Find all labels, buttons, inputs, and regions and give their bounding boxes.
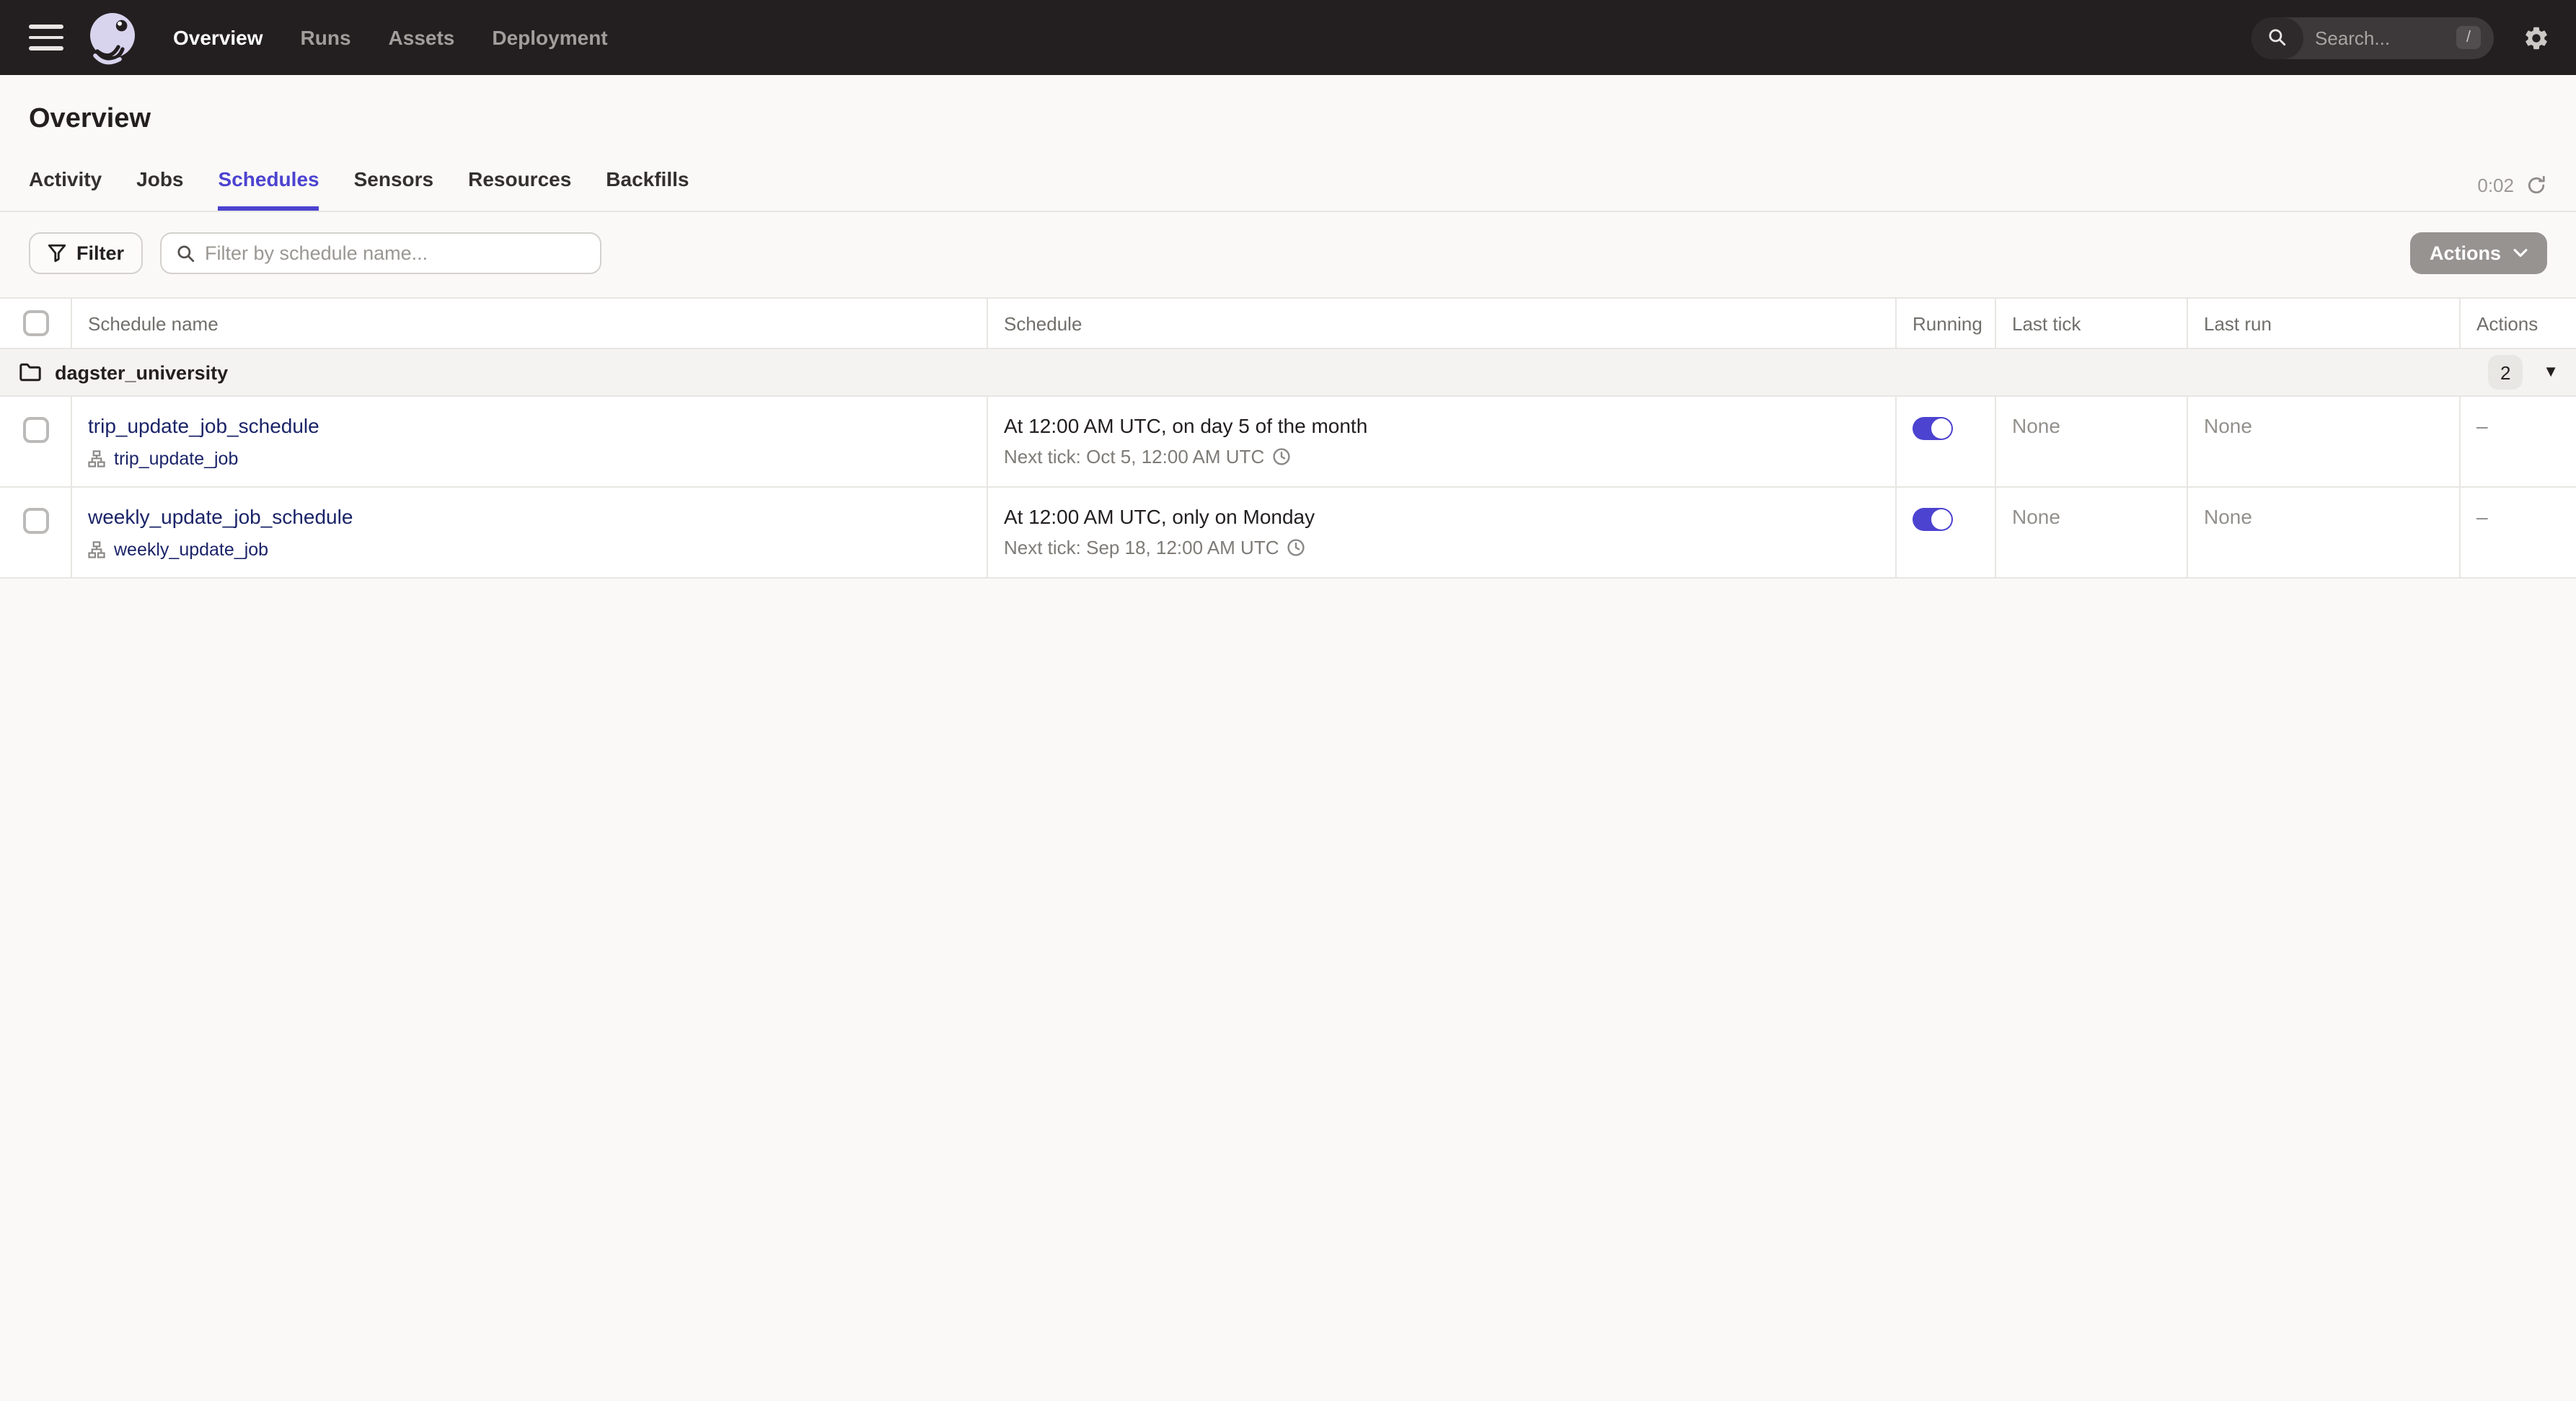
collapse-caret-icon[interactable]: ▼ xyxy=(2543,364,2559,380)
column-header-schedule: Schedule xyxy=(988,299,1897,348)
schedule-name-link[interactable]: trip_update_job_schedule xyxy=(88,414,319,437)
next-tick-text: Next tick: Oct 5, 12:00 AM UTC xyxy=(1004,446,1265,467)
job-graph-icon xyxy=(88,541,105,558)
last-tick-value: None xyxy=(2012,414,2060,437)
repo-group-row[interactable]: dagster_university 2 ▼ xyxy=(0,349,2576,397)
toolbar: Filter Actions xyxy=(0,212,2576,274)
column-header-last-run: Last run xyxy=(2188,299,2461,348)
nav-item-runs[interactable]: Runs xyxy=(301,26,351,49)
hamburger-menu-icon[interactable] xyxy=(29,25,63,50)
column-header-last-tick: Last tick xyxy=(1996,299,2188,348)
search-icon xyxy=(2251,17,2303,58)
column-header-running: Running xyxy=(1897,299,1996,348)
top-nav: Overview Runs Assets Deployment / xyxy=(0,0,2576,75)
running-toggle[interactable] xyxy=(1913,417,1953,440)
dagster-logo-icon[interactable] xyxy=(84,9,141,66)
actions-button-label: Actions xyxy=(2429,242,2501,264)
tab-schedules[interactable]: Schedules xyxy=(218,156,319,211)
refresh-icon[interactable] xyxy=(2526,175,2547,196)
tab-backfills[interactable]: Backfills xyxy=(606,156,689,211)
column-header-schedule-name: Schedule name xyxy=(72,299,988,348)
next-tick-text: Next tick: Sep 18, 12:00 AM UTC xyxy=(1004,537,1279,558)
filter-button[interactable]: Filter xyxy=(29,232,144,274)
tab-activity[interactable]: Activity xyxy=(29,156,102,211)
chevron-down-icon xyxy=(2513,248,2528,258)
cron-description: At 12:00 AM UTC, only on Monday xyxy=(1004,505,1315,528)
last-run-value: None xyxy=(2204,505,2252,528)
filter-funnel-icon xyxy=(48,244,66,263)
actions-button[interactable]: Actions xyxy=(2410,232,2547,274)
row-checkbox[interactable] xyxy=(22,417,48,443)
table-header-row: Schedule name Schedule Running Last tick… xyxy=(0,299,2576,349)
schedule-name-link[interactable]: weekly_update_job_schedule xyxy=(88,505,353,528)
group-count-badge: 2 xyxy=(2488,355,2523,390)
folder-icon xyxy=(19,362,42,382)
tabs-row: Activity Jobs Schedules Sensors Resource… xyxy=(0,156,2576,212)
column-header-actions: Actions xyxy=(2476,312,2538,334)
search-shortcut-badge: / xyxy=(2456,26,2481,49)
global-search[interactable]: / xyxy=(2251,17,2494,58)
nav-right: / xyxy=(2251,17,2550,58)
schedule-filter-input[interactable] xyxy=(205,242,586,264)
dagster-app: Overview Runs Assets Deployment / Overvi… xyxy=(0,0,2576,1401)
cron-description: At 12:00 AM UTC, on day 5 of the month xyxy=(1004,414,1368,437)
job-graph-icon xyxy=(88,450,105,467)
row-checkbox[interactable] xyxy=(22,508,48,534)
clock-icon[interactable] xyxy=(1287,538,1305,557)
nav-item-deployment[interactable]: Deployment xyxy=(492,26,607,49)
schedules-table: Schedule name Schedule Running Last tick… xyxy=(0,297,2576,579)
nav-item-assets[interactable]: Assets xyxy=(389,26,455,49)
nav-item-overview[interactable]: Overview xyxy=(173,26,263,49)
tab-resources[interactable]: Resources xyxy=(468,156,571,211)
filter-button-label: Filter xyxy=(76,242,125,264)
schedule-filter-field[interactable] xyxy=(160,232,602,274)
select-all-checkbox[interactable] xyxy=(22,310,48,336)
clock-icon[interactable] xyxy=(1271,447,1290,466)
refresh-countdown: 0:02 xyxy=(2477,175,2514,196)
search-icon xyxy=(176,243,196,263)
schedule-row-weekly-update: weekly_update_job_schedule weekly_update… xyxy=(0,488,2576,579)
search-input[interactable] xyxy=(2303,27,2456,48)
settings-gear-icon[interactable] xyxy=(2523,24,2550,51)
refresh-area: 0:02 xyxy=(2477,175,2547,211)
last-run-value: None xyxy=(2204,414,2252,437)
tab-jobs[interactable]: Jobs xyxy=(136,156,183,211)
row-actions-placeholder: – xyxy=(2476,414,2488,437)
schedule-row-trip-update: trip_update_job_schedule trip_update_job… xyxy=(0,397,2576,488)
row-actions-placeholder: – xyxy=(2476,505,2488,528)
running-toggle[interactable] xyxy=(1913,508,1953,531)
tabs: Activity Jobs Schedules Sensors Resource… xyxy=(29,156,689,211)
page-title: Overview xyxy=(29,104,151,134)
last-tick-value: None xyxy=(2012,505,2060,528)
repo-group-name: dagster_university xyxy=(55,361,229,383)
nav-links: Overview Runs Assets Deployment xyxy=(173,26,608,49)
job-link[interactable]: weekly_update_job xyxy=(114,540,268,560)
tab-sensors[interactable]: Sensors xyxy=(354,156,434,211)
job-link[interactable]: trip_update_job xyxy=(114,449,238,469)
